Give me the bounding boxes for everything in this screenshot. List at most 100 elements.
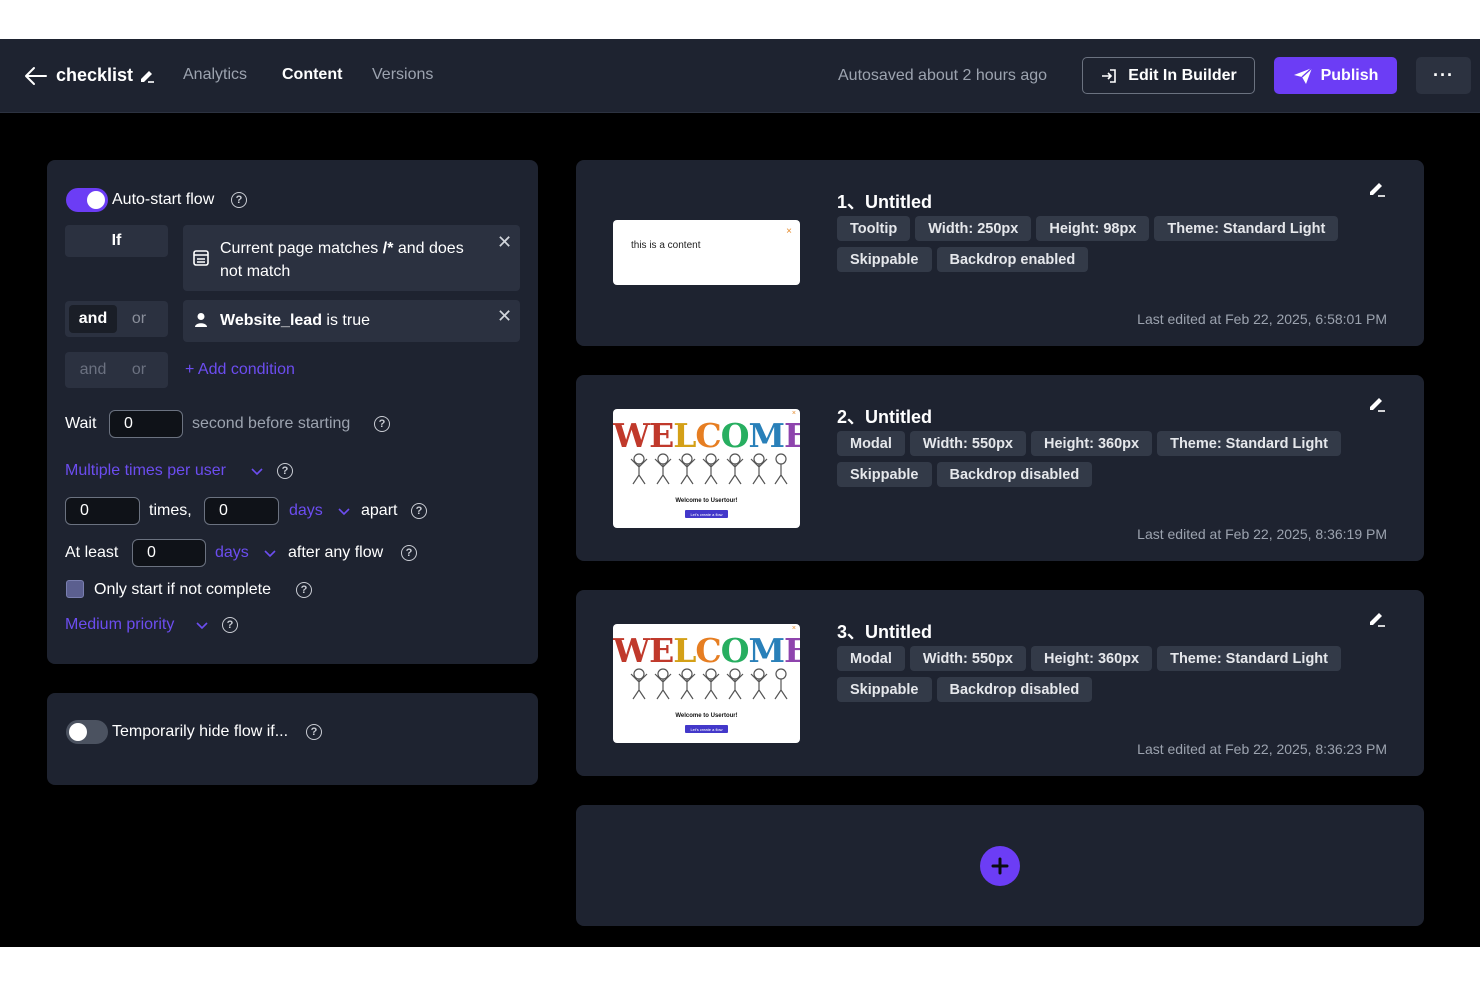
wait-seconds-input[interactable]: 0: [109, 410, 183, 438]
if-label: If: [65, 225, 168, 257]
publish-button[interactable]: Publish: [1274, 57, 1397, 94]
or-option[interactable]: or: [115, 305, 163, 333]
help-icon[interactable]: ?: [374, 416, 390, 432]
preview-close-icon: ×: [786, 226, 792, 237]
preview-close-icon: ×: [791, 410, 796, 417]
only-start-label: Only start if not complete: [94, 581, 271, 598]
autosave-status: Autosaved about 2 hours ago: [838, 67, 1048, 84]
or-option: or: [131, 361, 147, 378]
help-icon[interactable]: ?: [411, 503, 427, 519]
step-title: 1、Untitled: [837, 192, 933, 212]
condition-attribute[interactable]: Website_lead is true ✕: [183, 300, 520, 342]
edit-step-icon[interactable]: [1368, 180, 1386, 198]
property-chip: Width: 250px: [915, 216, 1032, 241]
user-icon: [195, 313, 207, 327]
auto-start-panel: Auto-start flow ? If Current page matche…: [47, 160, 538, 664]
preview-text: this is a content: [631, 240, 701, 251]
step-card[interactable]: WELCOME Welcome to Usertour! Let's creat…: [576, 375, 1424, 561]
more-options-button[interactable]: ···: [1416, 57, 1471, 94]
property-chip: Modal: [837, 646, 905, 671]
pencil-icon[interactable]: [139, 68, 155, 84]
back-arrow-icon[interactable]: [24, 64, 50, 88]
property-chip: Backdrop enabled: [936, 247, 1089, 272]
help-icon[interactable]: ?: [277, 463, 293, 479]
hide-flow-toggle[interactable]: [66, 720, 108, 744]
edit-in-builder-label: Edit In Builder: [1128, 66, 1237, 84]
tab-versions[interactable]: Versions: [372, 66, 433, 84]
last-edited-text: Last edited at Feb 22, 2025, 8:36:19 PM: [1137, 526, 1387, 542]
help-icon[interactable]: ?: [296, 582, 312, 598]
welcome-graphic: WELCOME: [613, 416, 800, 455]
after-any-flow-label: after any flow: [288, 544, 384, 561]
help-icon[interactable]: ?: [401, 545, 417, 561]
welcome-graphic: WELCOME: [613, 631, 800, 670]
property-chip: Skippable: [837, 247, 932, 272]
auto-start-toggle[interactable]: [66, 188, 108, 212]
step-preview-modal: WELCOME Welcome to Usertour! Let's creat…: [613, 624, 800, 743]
property-chip: Backdrop disabled: [936, 677, 1093, 702]
send-icon: [1293, 66, 1313, 84]
property-chip: Skippable: [837, 677, 932, 702]
and-option[interactable]: and: [69, 305, 117, 333]
add-condition-link[interactable]: + Add condition: [185, 361, 295, 379]
times-input[interactable]: 0: [65, 497, 140, 525]
step-properties: Tooltip Width: 250px Height: 98px Theme:…: [837, 216, 1377, 272]
property-chip: Theme: Standard Light: [1154, 216, 1339, 241]
condition-attribute-text: Website_lead is true: [220, 312, 370, 329]
step-preview-modal: WELCOME Welcome to Usertour! Let's creat…: [613, 409, 800, 528]
property-chip: Width: 550px: [909, 431, 1026, 456]
condition-page-text: Current page matches /* and does not matc…: [220, 240, 464, 280]
help-icon[interactable]: ?: [306, 724, 322, 740]
preview-subtitle: Welcome to Usertour!: [675, 498, 738, 504]
step-card[interactable]: WELCOME Welcome to Usertour! Let's creat…: [576, 590, 1424, 776]
remove-condition-icon[interactable]: ✕: [497, 233, 512, 251]
property-chip: Tooltip: [837, 216, 911, 241]
and-or-toggle[interactable]: and or: [65, 301, 168, 337]
help-icon[interactable]: ?: [231, 192, 247, 208]
edit-step-icon[interactable]: [1368, 395, 1386, 413]
tab-analytics[interactable]: Analytics: [183, 66, 247, 84]
add-step-button[interactable]: [980, 846, 1020, 886]
remove-condition-icon[interactable]: ✕: [497, 307, 512, 325]
and-option: and: [79, 361, 107, 378]
property-chip: Height: 360px: [1031, 431, 1153, 456]
days-apart-input[interactable]: 0: [204, 497, 279, 525]
step-properties: Modal Width: 550px Height: 360px Theme: …: [837, 431, 1377, 487]
wait-suffix: second before starting: [192, 415, 351, 432]
plus-icon: [991, 857, 1009, 875]
stick-figures-illustration: [630, 453, 788, 485]
auto-start-label: Auto-start flow: [112, 191, 215, 208]
top-bar: checklist Analytics Content Versions Aut…: [0, 39, 1480, 113]
edit-in-builder-button[interactable]: Edit In Builder: [1082, 57, 1255, 94]
at-least-input[interactable]: 0: [132, 539, 206, 567]
priority-select[interactable]: Medium priority: [65, 616, 174, 634]
condition-page-match[interactable]: Current page matches /* and does not matc…: [183, 225, 520, 291]
step-card[interactable]: this is a content × 1、Untitled Tooltip W…: [576, 160, 1424, 346]
chevron-down-icon: [196, 622, 208, 630]
chevron-down-icon: [338, 508, 350, 516]
property-chip: Theme: Standard Light: [1157, 431, 1341, 456]
preview-close-icon: ×: [791, 625, 796, 632]
hide-flow-panel: Temporarily hide flow if... ?: [47, 693, 538, 785]
preview-subtitle: Welcome to Usertour!: [675, 713, 738, 719]
edit-step-icon[interactable]: [1368, 610, 1386, 628]
tab-content[interactable]: Content: [282, 66, 342, 84]
enter-icon: [1102, 68, 1117, 83]
chevron-down-icon: [251, 468, 263, 476]
property-chip: Modal: [837, 431, 905, 456]
days-unit-select[interactable]: days: [289, 502, 323, 520]
property-chip: Theme: Standard Light: [1157, 646, 1341, 671]
help-icon[interactable]: ?: [222, 617, 238, 633]
at-least-unit-select[interactable]: days: [215, 544, 249, 562]
only-start-checkbox[interactable]: [66, 580, 84, 598]
wait-label: Wait: [65, 415, 97, 432]
step-title: 2、Untitled: [837, 407, 933, 427]
app-window: checklist Analytics Content Versions Aut…: [0, 39, 1480, 947]
property-chip: Skippable: [837, 462, 932, 487]
property-chip: Height: 360px: [1031, 646, 1153, 671]
frequency-select[interactable]: Multiple times per user: [65, 462, 226, 480]
add-step-card: [576, 805, 1424, 926]
flow-title[interactable]: checklist: [56, 65, 155, 86]
preview-button: Let's create a flow: [685, 510, 728, 518]
property-chip: Backdrop disabled: [936, 462, 1093, 487]
